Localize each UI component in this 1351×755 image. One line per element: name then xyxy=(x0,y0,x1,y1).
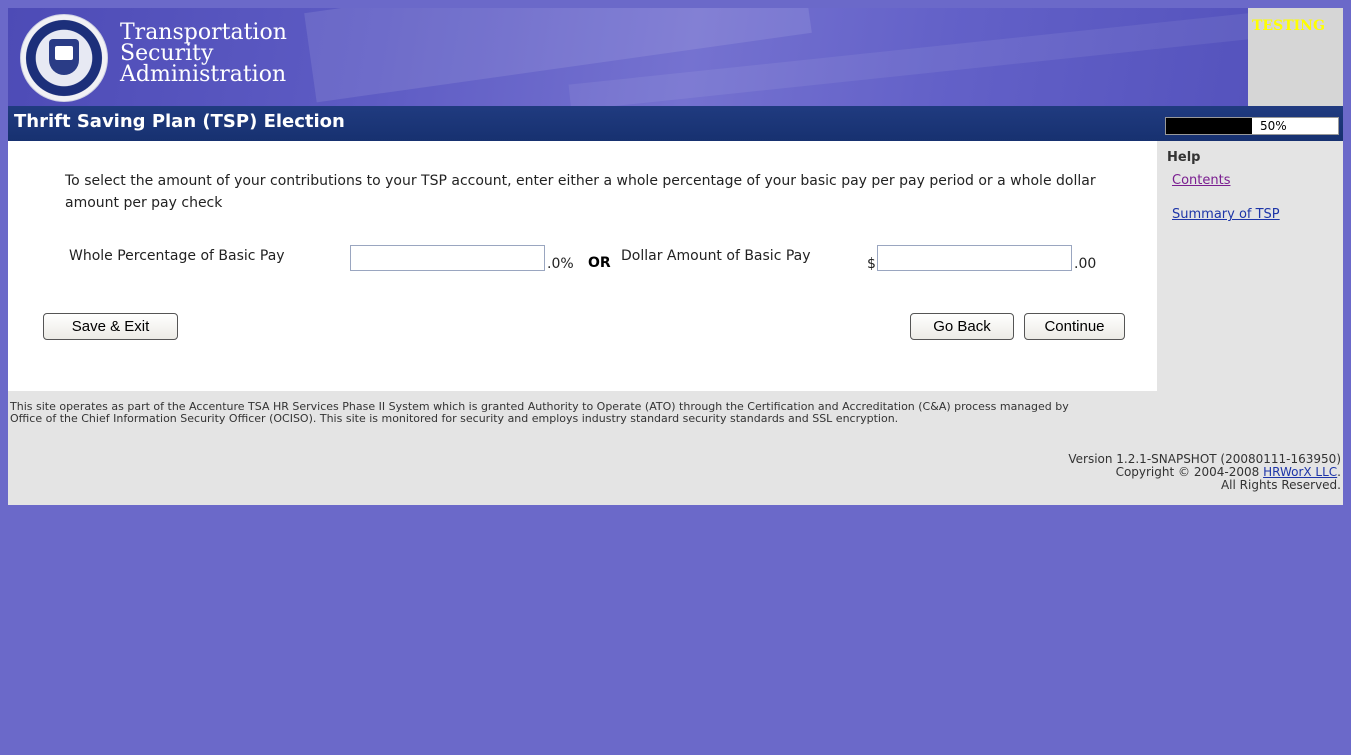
copyright-suffix: . xyxy=(1337,465,1341,479)
continue-button[interactable]: Continue xyxy=(1024,313,1125,340)
agency-name-line1: Transportation xyxy=(120,20,287,45)
legal-notice: This site operates as part of the Accent… xyxy=(10,401,1340,425)
page-title: Thrift Saving Plan (TSP) Election xyxy=(14,111,345,132)
instructions-text: To select the amount of your contributio… xyxy=(65,173,1096,211)
header-banner: Transportation Security Administration xyxy=(8,8,1248,106)
environment-badge: TESTING xyxy=(1252,18,1325,34)
dollar-suffix: .00 xyxy=(1074,256,1097,272)
dollar-input[interactable] xyxy=(877,245,1072,271)
dollar-prefix: $ xyxy=(867,256,876,272)
company-link[interactable]: HRWorX LLC xyxy=(1263,465,1337,479)
progress-bar: 50% xyxy=(1165,117,1339,135)
dhs-seal-logo xyxy=(20,14,108,102)
help-title: Help xyxy=(1167,150,1201,165)
percent-label: Whole Percentage of Basic Pay xyxy=(69,248,285,264)
percent-input[interactable] xyxy=(350,245,545,271)
progress-fill xyxy=(1166,118,1252,134)
rights-text: All Rights Reserved. xyxy=(1220,478,1341,492)
copyright-prefix: Copyright © 2004-2008 xyxy=(1115,465,1264,479)
agency-name-line2: Security xyxy=(120,41,214,66)
version-info: Version 1.2.1-SNAPSHOT (20080111-163950)… xyxy=(1068,453,1341,492)
percent-suffix: .0% xyxy=(547,256,574,272)
legal-line-2: Office of the Chief Information Security… xyxy=(10,412,899,425)
page-frame: Transportation Security Administration T… xyxy=(8,8,1343,755)
agency-name-line3: Administration xyxy=(120,62,287,87)
title-bar: Thrift Saving Plan (TSP) Election 50% xyxy=(8,106,1343,141)
footer: This site operates as part of the Accent… xyxy=(8,391,1343,505)
progress-label: 50% xyxy=(1260,119,1287,133)
dollar-label: Dollar Amount of Basic Pay xyxy=(621,248,811,264)
eagle-shield-icon xyxy=(49,39,79,75)
help-panel: Help Contents Summary of TSP xyxy=(1157,141,1343,391)
or-label: OR xyxy=(588,255,611,271)
save-exit-button[interactable]: Save & Exit xyxy=(43,313,178,340)
help-summary-link[interactable]: Summary of TSP xyxy=(1172,207,1280,222)
main-content: To select the amount of your contributio… xyxy=(8,141,1157,391)
agency-name: Transportation Security Administration xyxy=(120,20,287,87)
help-contents-link[interactable]: Contents xyxy=(1172,173,1230,188)
go-back-button[interactable]: Go Back xyxy=(910,313,1014,340)
